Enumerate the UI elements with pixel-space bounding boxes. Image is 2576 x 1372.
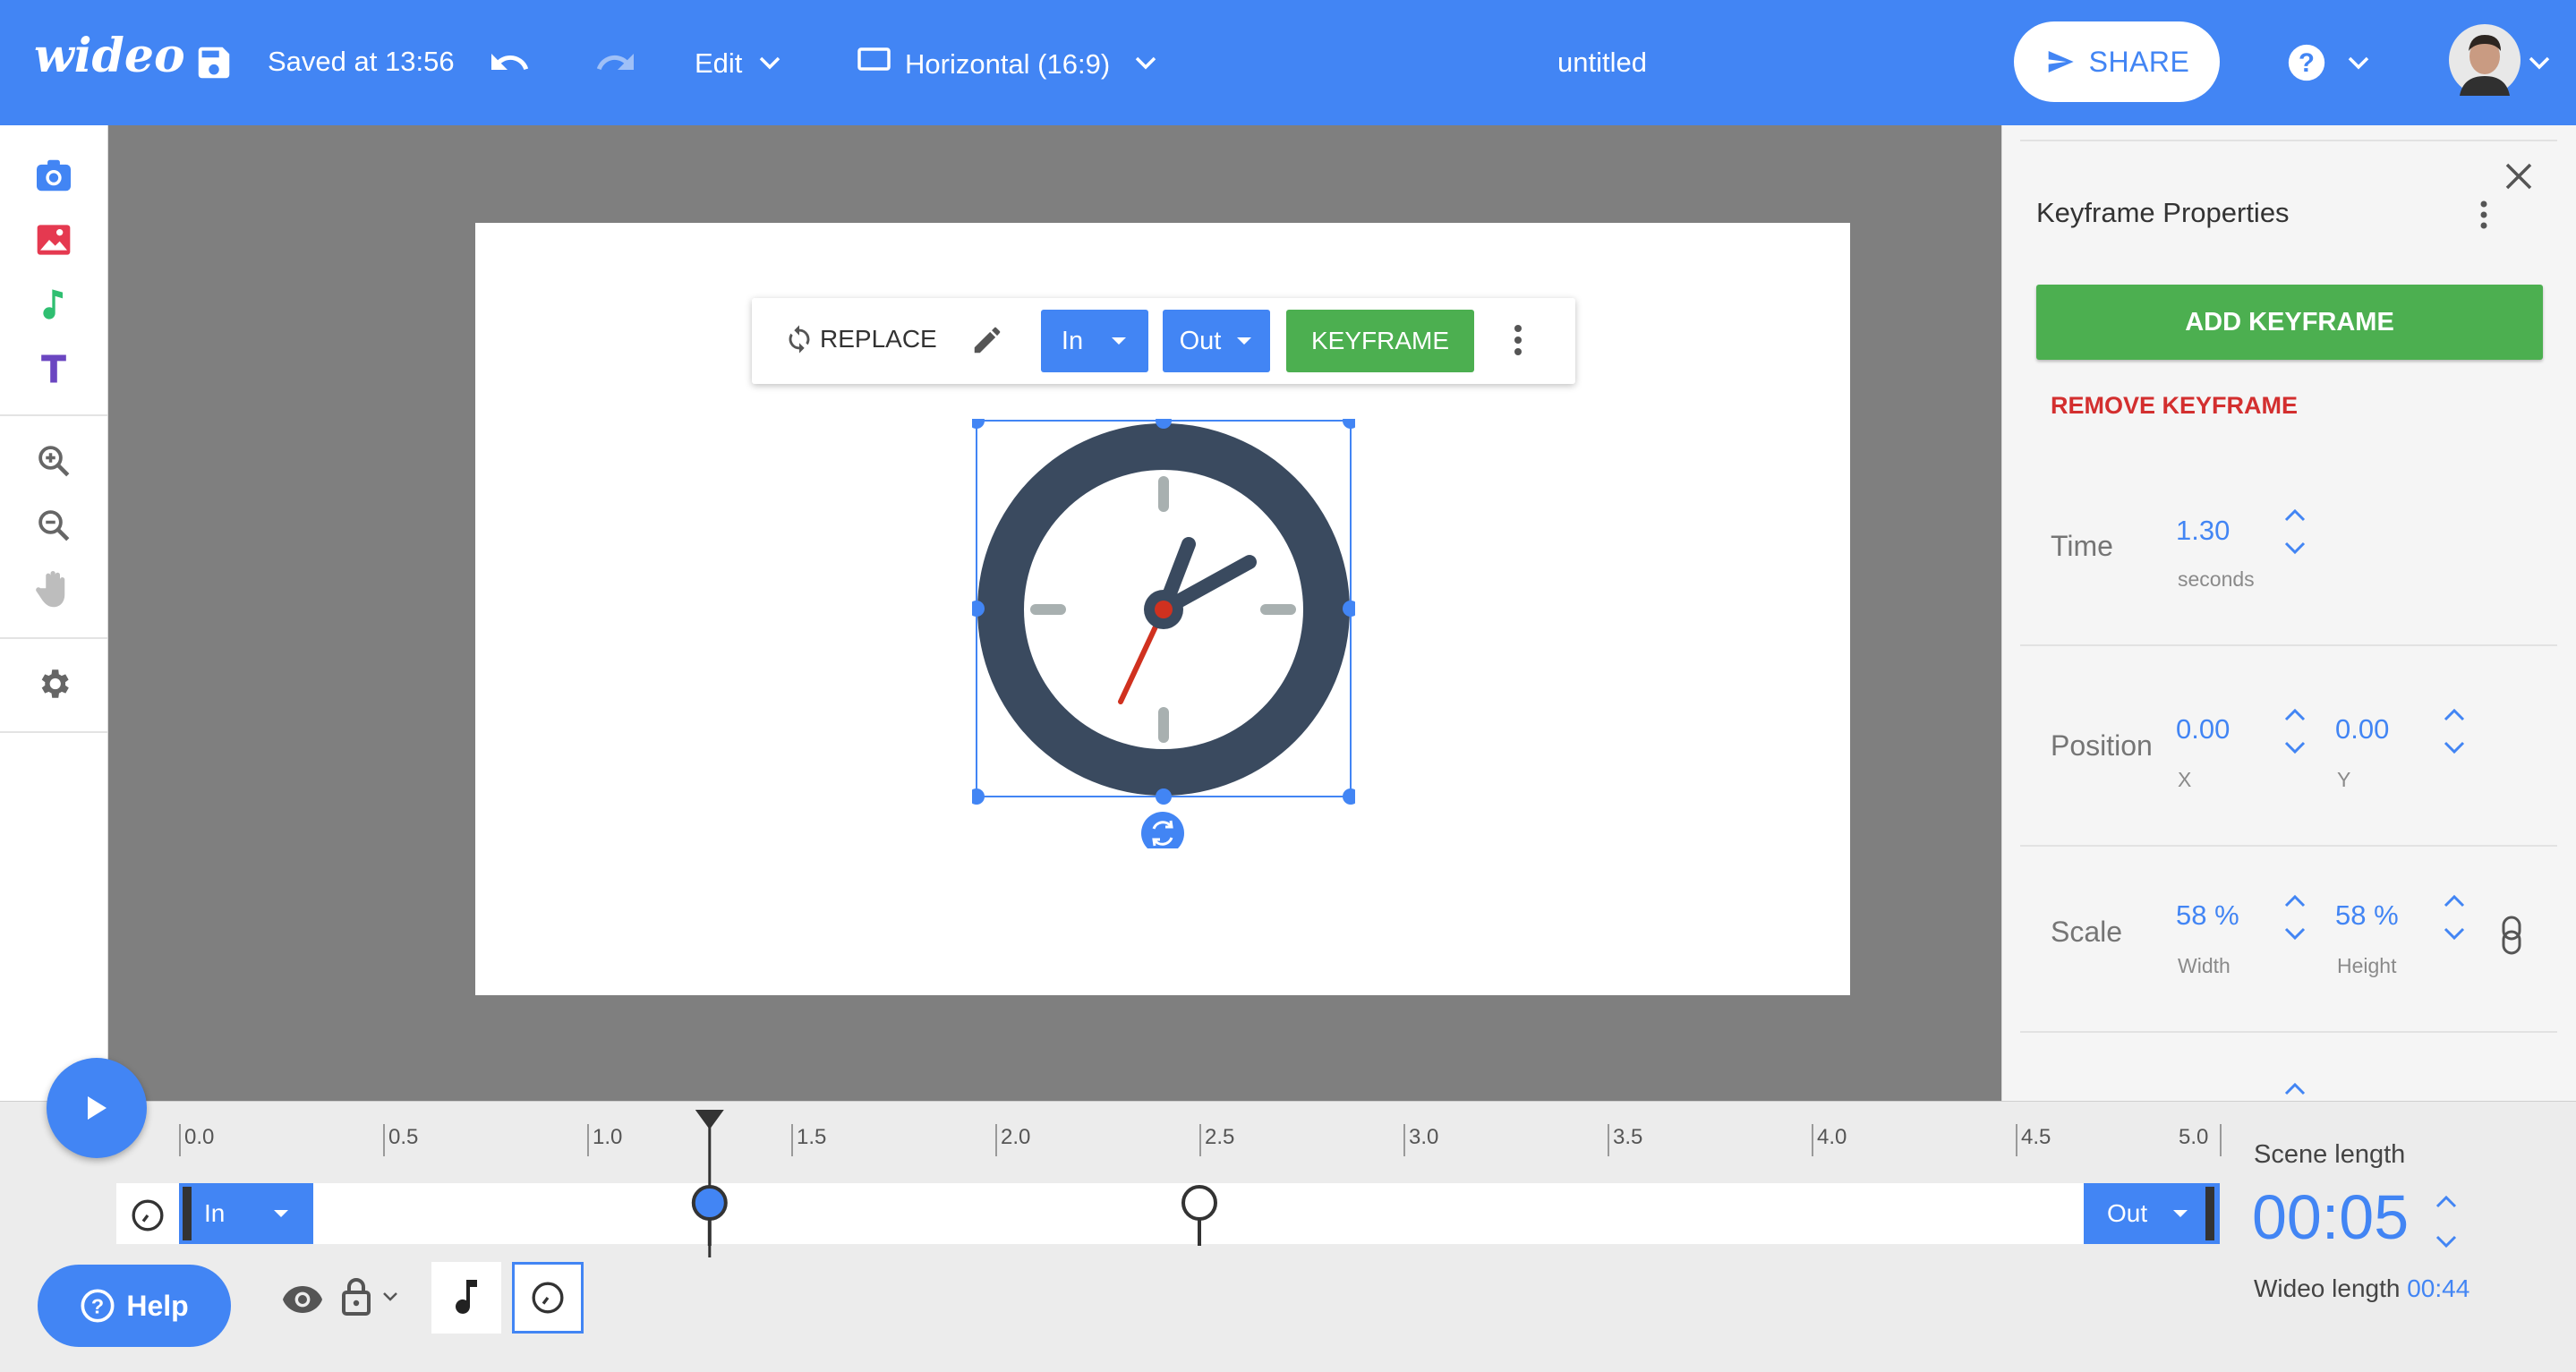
position-y-input[interactable]: 0.00 [2335, 713, 2389, 746]
rotation-stepper-icon[interactable] [2282, 1079, 2308, 1097]
lock-icon[interactable] [340, 1276, 372, 1316]
time-label: Time [2051, 530, 2113, 562]
refresh-icon [784, 323, 815, 355]
eye-icon[interactable] [281, 1284, 324, 1315]
scene-length-stepper-icon[interactable] [2433, 1190, 2460, 1253]
music-icon[interactable] [32, 283, 75, 326]
help-button[interactable]: ? Help [38, 1265, 231, 1347]
panel-title: Keyframe Properties [2036, 197, 2290, 228]
scale-height-stepper-icon[interactable] [2441, 891, 2468, 945]
position-label: Position [2051, 729, 2153, 762]
time-input[interactable]: 1.30 [2176, 515, 2230, 547]
project-title[interactable]: untitled [1557, 47, 1647, 79]
timeline-markers [691, 1110, 1217, 1257]
left-toolbar [0, 125, 108, 1101]
send-icon [2044, 47, 2077, 76]
replace-button[interactable]: REPLACE [784, 323, 937, 355]
undo-icon[interactable] [488, 41, 531, 84]
svg-text:?: ? [2299, 48, 2315, 78]
keyframe-marker[interactable] [1181, 1185, 1217, 1246]
format-chevron-down-icon[interactable] [1132, 52, 1159, 73]
save-status: Saved at 13:56 [268, 46, 455, 77]
share-button[interactable]: SHARE [2014, 21, 2220, 102]
scale-width-label: Width [2178, 954, 2231, 977]
toolbar-divider [0, 637, 107, 639]
music-note-icon [452, 1278, 481, 1317]
image-icon[interactable] [32, 218, 75, 261]
caret-down-icon [1235, 336, 1253, 346]
close-icon[interactable] [2503, 161, 2534, 192]
position-x-input[interactable]: 0.00 [2176, 713, 2230, 746]
element-toolbar: REPLACE In Out KEYFRAME [752, 298, 1575, 384]
redo-icon[interactable] [594, 41, 637, 84]
panel-more-vert-icon[interactable] [2478, 197, 2489, 233]
save-icon[interactable] [193, 42, 235, 83]
link-proportions-icon[interactable] [2500, 915, 2523, 956]
zoom-in-icon[interactable] [32, 439, 75, 482]
text-icon[interactable] [32, 347, 75, 390]
audio-track-toggle[interactable] [431, 1262, 501, 1334]
scale-height-input[interactable]: 58 % [2335, 899, 2399, 932]
time-unit: seconds [2178, 567, 2255, 591]
panel-divider [2020, 845, 2557, 847]
out-animation-button[interactable]: Out [1163, 310, 1270, 372]
help-icon: ? [80, 1288, 115, 1324]
panel-divider [2020, 140, 2557, 141]
scale-height-label: Height [2337, 954, 2397, 977]
remove-keyframe-button[interactable]: REMOVE KEYFRAME [2051, 392, 2298, 420]
scene-length-input[interactable]: 00:05 [2252, 1181, 2409, 1253]
position-y-label: Y [2337, 768, 2351, 791]
position-y-stepper-icon[interactable] [2441, 705, 2468, 759]
panel-divider [2020, 644, 2557, 646]
pencil-icon[interactable] [970, 323, 1004, 357]
svg-text:?: ? [91, 1294, 104, 1317]
scale-width-stepper-icon[interactable] [2282, 891, 2308, 945]
scale-width-input[interactable]: 58 % [2176, 899, 2239, 932]
wideo-length: Wideo length 00:44 [2254, 1274, 2470, 1302]
scene-length-label: Scene length [2254, 1140, 2406, 1169]
help-circle-icon[interactable]: ? [2287, 43, 2326, 82]
lock-chevron-down-icon[interactable] [381, 1291, 399, 1303]
keyframe-button[interactable]: KEYFRAME [1286, 310, 1474, 372]
camera-icon[interactable] [32, 154, 75, 197]
avatar-chevron-down-icon[interactable] [2526, 52, 2553, 73]
position-x-stepper-icon[interactable] [2282, 705, 2308, 759]
toolbar-divider [0, 414, 107, 416]
more-vert-icon[interactable] [1513, 321, 1523, 359]
keyframe-properties-panel: Keyframe Properties ADD KEYFRAME REMOVE … [2001, 125, 2576, 1101]
zoom-out-icon[interactable] [32, 504, 75, 547]
toolbar-divider [0, 731, 107, 733]
help-chevron-down-icon[interactable] [2345, 52, 2372, 73]
clock-icon [530, 1280, 566, 1316]
scale-label: Scale [2051, 916, 2123, 948]
wideo-logo[interactable]: wideo [34, 29, 185, 83]
clock-element[interactable] [972, 419, 1355, 848]
in-animation-button[interactable]: In [1041, 310, 1148, 372]
edit-chevron-down-icon[interactable] [756, 52, 783, 73]
top-bar: wideo Saved at 13:56 Edit Horizontal (16… [0, 0, 2576, 125]
monitor-icon [857, 47, 891, 73]
time-stepper-icon[interactable] [2282, 506, 2308, 559]
gear-icon[interactable] [32, 662, 75, 705]
caret-down-icon [1110, 336, 1128, 346]
hand-icon[interactable] [32, 568, 75, 611]
animation-track-toggle[interactable] [512, 1262, 584, 1334]
position-x-label: X [2178, 768, 2192, 791]
add-keyframe-button[interactable]: ADD KEYFRAME [2036, 285, 2543, 360]
edit-menu[interactable]: Edit [695, 47, 742, 80]
keyframe-marker[interactable] [691, 1185, 728, 1246]
user-avatar[interactable] [2449, 24, 2521, 96]
format-selector[interactable]: Horizontal (16:9) [905, 48, 1110, 81]
panel-divider [2020, 1031, 2557, 1033]
